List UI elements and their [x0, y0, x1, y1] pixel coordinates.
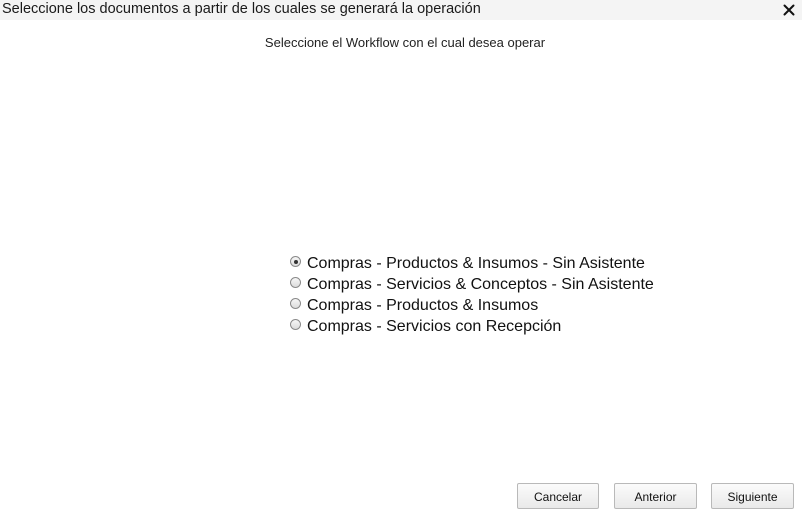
- radio-button[interactable]: [290, 256, 301, 267]
- workflow-option-label: Compras - Servicios con Recepción: [307, 317, 562, 335]
- close-icon: [783, 4, 795, 16]
- workflow-option-label: Compras - Productos & Insumos: [307, 296, 539, 314]
- workflow-option-label: Compras - Servicios & Conceptos - Sin As…: [307, 275, 654, 293]
- cancel-button[interactable]: Cancelar: [517, 483, 599, 509]
- workflow-prompt: Seleccione el Workflow con el cual desea…: [264, 35, 546, 50]
- dialog-titlebar: Seleccione los documentos a partir de lo…: [0, 0, 802, 20]
- workflow-dialog: Seleccione los documentos a partir de lo…: [0, 0, 802, 531]
- close-button[interactable]: [783, 0, 799, 20]
- previous-button[interactable]: Anterior: [614, 483, 697, 509]
- radio-button[interactable]: [290, 319, 301, 330]
- radio-button[interactable]: [290, 277, 301, 288]
- workflow-option-label: Compras - Productos & Insumos - Sin Asis…: [307, 254, 645, 272]
- radio-button[interactable]: [290, 298, 301, 309]
- workflow-option-3[interactable]: Compras - Productos & Insumos: [290, 295, 654, 316]
- workflow-option-4[interactable]: Compras - Servicios con Recepción: [290, 316, 654, 337]
- workflow-option-1[interactable]: Compras - Productos & Insumos - Sin Asis…: [290, 253, 654, 274]
- workflow-options: Compras - Productos & Insumos - Sin Asis…: [290, 253, 654, 337]
- next-button[interactable]: Siguiente: [711, 483, 794, 509]
- workflow-option-2[interactable]: Compras - Servicios & Conceptos - Sin As…: [290, 274, 654, 295]
- dialog-title: Seleccione los documentos a partir de lo…: [2, 1, 481, 17]
